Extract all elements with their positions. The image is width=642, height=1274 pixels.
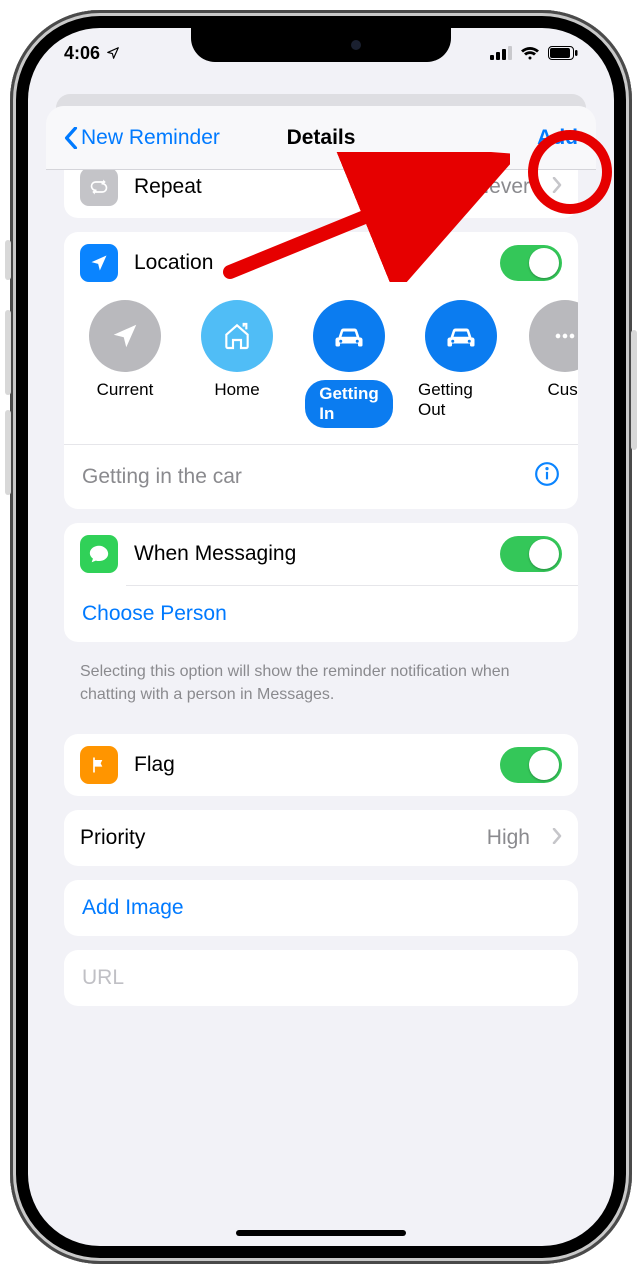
priority-value: High (487, 826, 530, 850)
repeat-value: Never (474, 175, 530, 199)
url-input[interactable]: URL (64, 950, 578, 1006)
info-icon[interactable] (534, 461, 560, 493)
chevron-right-icon (552, 175, 562, 199)
when-messaging-toggle[interactable] (500, 536, 562, 572)
battery-icon (548, 46, 578, 60)
flag-toggle[interactable] (500, 747, 562, 783)
priority-label: Priority (80, 826, 471, 850)
location-icon (80, 244, 118, 282)
location-description-row[interactable]: Getting in the car (64, 445, 578, 509)
repeat-label: Repeat (134, 175, 458, 199)
chevron-left-icon (64, 127, 78, 149)
location-option-label: Getting Out (418, 380, 504, 420)
add-image-button[interactable]: Add Image (64, 880, 578, 936)
car-icon (425, 300, 497, 372)
chevron-right-icon (552, 826, 562, 850)
priority-group: Priority High (64, 810, 578, 866)
when-messaging-label: When Messaging (134, 542, 484, 566)
navigation-bar: New Reminder Details Add (46, 106, 596, 170)
more-icon (529, 300, 578, 372)
location-group: Location Current (64, 232, 578, 509)
home-icon (201, 300, 273, 372)
location-toggle[interactable] (500, 245, 562, 281)
repeat-row[interactable]: Repeat Never (64, 170, 578, 218)
cellular-icon (490, 46, 512, 60)
location-option-label: Getting In (305, 380, 393, 428)
wifi-icon (520, 46, 540, 60)
location-option-label: Home (214, 380, 259, 400)
location-services-icon (106, 46, 120, 60)
status-time: 4:06 (64, 43, 100, 64)
messaging-group: When Messaging Choose Person (64, 523, 578, 642)
location-option-getting-out[interactable]: Getting Out (418, 300, 504, 420)
flag-group: Flag (64, 734, 578, 796)
location-option-label: Current (97, 380, 154, 400)
location-option-custom[interactable]: Cust (530, 300, 578, 400)
back-button[interactable]: New Reminder (64, 126, 220, 150)
location-option-getting-in[interactable]: Getting In (306, 300, 392, 428)
flag-row[interactable]: Flag (64, 734, 578, 796)
messaging-footer: Selecting this option will show the remi… (46, 656, 596, 720)
location-option-home[interactable]: Home (194, 300, 280, 400)
back-label: New Reminder (81, 126, 220, 150)
add-button[interactable]: Add (537, 126, 578, 150)
location-option-label: Cust (548, 380, 578, 400)
url-group: URL (64, 950, 578, 1006)
current-location-icon (89, 300, 161, 372)
details-sheet: New Reminder Details Add Repeat Never (46, 106, 596, 1228)
location-option-current[interactable]: Current (82, 300, 168, 400)
url-placeholder: URL (82, 966, 124, 989)
repeat-group: Repeat Never (64, 170, 578, 218)
flag-icon (80, 746, 118, 784)
repeat-icon (80, 170, 118, 206)
location-label: Location (134, 251, 484, 275)
home-indicator[interactable] (236, 1230, 406, 1236)
flag-label: Flag (134, 753, 484, 777)
priority-row[interactable]: Priority High (64, 810, 578, 866)
location-options[interactable]: Current Home Getting In (64, 294, 578, 440)
choose-person-button[interactable]: Choose Person (64, 586, 578, 642)
messages-icon (80, 535, 118, 573)
add-image-group: Add Image (64, 880, 578, 936)
location-description: Getting in the car (82, 465, 242, 489)
car-icon (313, 300, 385, 372)
location-row[interactable]: Location (64, 232, 578, 294)
when-messaging-row[interactable]: When Messaging (64, 523, 578, 585)
